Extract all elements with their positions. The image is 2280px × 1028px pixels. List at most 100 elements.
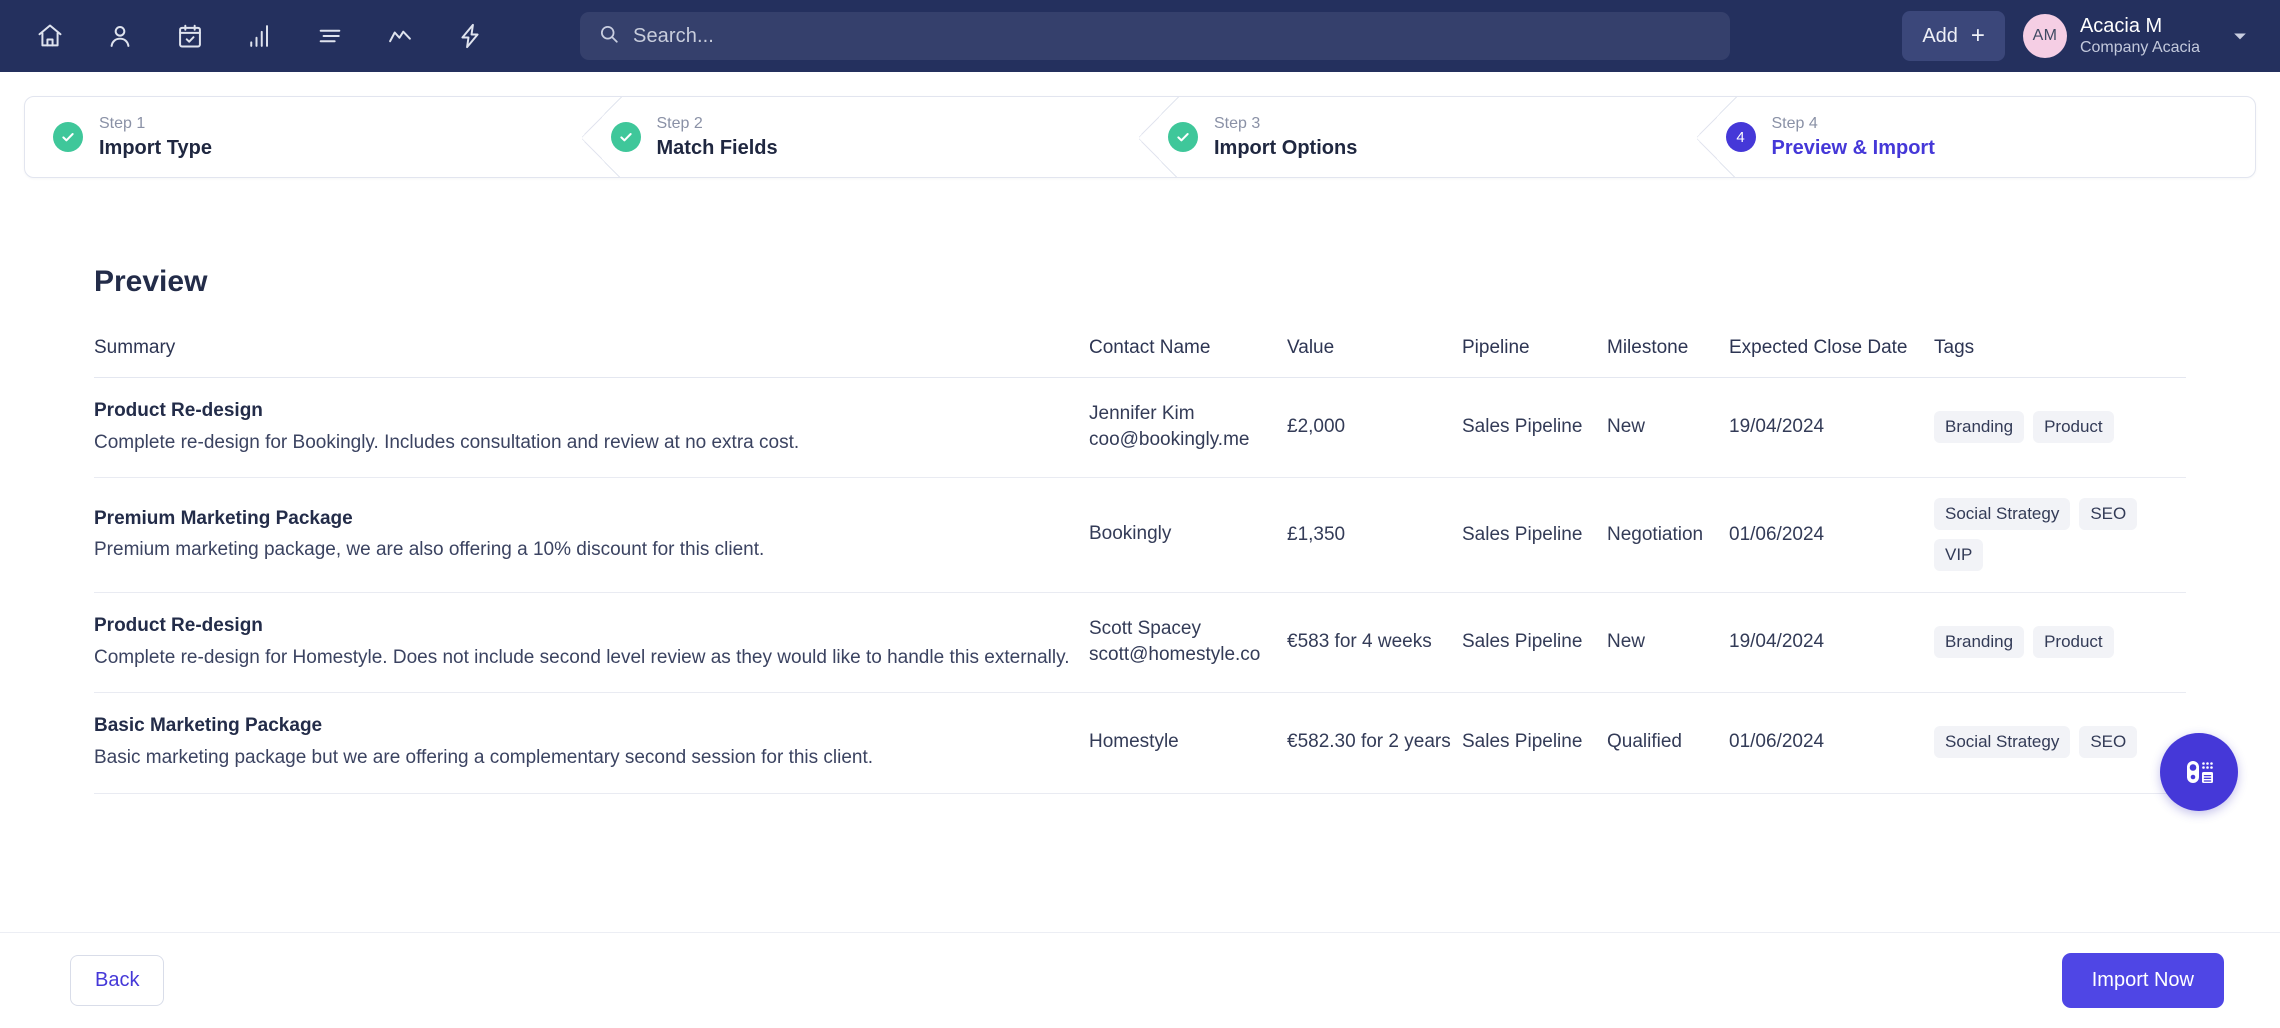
stepper-step-1[interactable]: Step 1 Import Type: [25, 97, 583, 177]
step-number-label: Step 4: [1771, 114, 1818, 132]
table-body: Product Re-design Complete re-design for …: [94, 377, 2186, 794]
chevron-down-icon[interactable]: [2230, 26, 2250, 46]
check-icon: [1168, 122, 1198, 152]
column-header: Pipeline: [1462, 337, 1607, 378]
user-profile[interactable]: AM Acacia M Company Acacia: [2022, 14, 2200, 58]
tag-chip: Product: [2033, 411, 2114, 444]
cell-milestone: New: [1607, 592, 1729, 694]
step-text: Step 1 Import Type: [99, 114, 212, 161]
contact-email: coo@bookingly.me: [1089, 429, 1250, 451]
calendar-check-icon[interactable]: [162, 10, 218, 62]
step-text: Step 2 Match Fields: [657, 114, 778, 161]
tag-list: Social Strategy SEO: [1934, 726, 2186, 759]
plus-icon: +: [1970, 22, 1985, 49]
list-icon[interactable]: [302, 10, 358, 62]
contacts-icon[interactable]: [92, 10, 148, 62]
cell-milestone: Negotiation: [1607, 477, 1729, 594]
summary-description: Complete re-design for Homestyle. Does n…: [94, 646, 1070, 668]
contact-email: scott@homestyle.co: [1089, 644, 1261, 666]
cell-close-date: 19/04/2024: [1729, 377, 1934, 479]
cell-close-date: 01/06/2024: [1729, 692, 1934, 794]
search-icon: [598, 23, 620, 50]
step-text: Step 3 Import Options: [1214, 114, 1357, 161]
profile-name: Acacia M: [2079, 15, 2163, 38]
tag-chip: SEO: [2079, 498, 2138, 531]
stepper-step-4[interactable]: 4 Step 4 Preview & Import: [1696, 97, 2256, 177]
add-button-label: Add: [1922, 24, 1958, 47]
tag-chip: Social Strategy: [1934, 498, 2071, 531]
cell-close-date: 01/06/2024: [1729, 477, 1934, 594]
tag-chip: Product: [2033, 626, 2114, 659]
step-number-label: Step 2: [656, 114, 703, 132]
cell-value: €583 for 4 weeks: [1287, 592, 1462, 694]
search-box[interactable]: [580, 12, 1730, 60]
column-header: Summary: [94, 337, 1089, 378]
step-number-badge: 4: [1725, 122, 1756, 152]
stepper-container: Step 1 Import Type Step 2 Match Fields Step …: [0, 72, 2280, 178]
cell-tags: Social Strategy SEO: [1934, 692, 2186, 794]
step-number-label: Step 3: [1214, 114, 1261, 132]
preview-table-container: Summary Contact Name Value Pipeline Mileston…: [94, 337, 2186, 794]
column-header: Milestone: [1607, 337, 1729, 378]
topnav-right-group: Add + AM Acacia M Company Acacia: [1902, 11, 2250, 61]
table-row[interactable]: Product Re-design Complete re-design for …: [94, 377, 2186, 479]
cell-pipeline: Sales Pipeline: [1462, 477, 1607, 594]
step-title-label: Preview & Import: [1771, 136, 1935, 159]
tag-chip: SEO: [2079, 726, 2138, 759]
tag-list: Branding Product: [1934, 411, 2186, 444]
bar-chart-icon[interactable]: [232, 10, 288, 62]
cell-milestone: New: [1607, 377, 1729, 479]
profile-company: Company Acacia: [2079, 39, 2200, 57]
import-wizard-stepper: Step 1 Import Type Step 2 Match Fields Step …: [24, 96, 2256, 178]
back-button[interactable]: Back: [70, 955, 165, 1006]
cell-contact: Scott Spacey scott@homestyle.co: [1089, 592, 1287, 694]
footer-bar: Back Import Now: [0, 932, 2280, 1028]
summary-title: Product Re-design: [94, 400, 263, 421]
nav-icon-group: [22, 10, 498, 62]
stepper-step-2[interactable]: Step 2 Match Fields: [581, 97, 1141, 177]
cell-summary: Basic Marketing Package Basic marketing p…: [94, 692, 1089, 794]
cell-milestone: Qualified: [1607, 692, 1729, 794]
lightning-bolt-icon[interactable]: [442, 10, 498, 62]
table-row[interactable]: Basic Marketing Package Basic marketing p…: [94, 692, 2186, 794]
summary-title: Product Re-design: [94, 615, 263, 637]
home-icon[interactable]: [22, 10, 78, 62]
step-title-label: Import Options: [1214, 136, 1358, 159]
stepper-step-3[interactable]: Step 3 Import Options: [1139, 97, 1698, 177]
column-header: Value: [1287, 337, 1462, 378]
intercom-device-icon[interactable]: [2160, 733, 2238, 811]
tag-chip: VIP: [1934, 539, 1984, 572]
activity-line-icon[interactable]: [372, 10, 428, 62]
page-title: Preview: [94, 265, 208, 298]
cell-value: €582.30 for 2 years: [1287, 692, 1462, 794]
table-row[interactable]: Product Re-design Complete re-design for …: [94, 592, 2186, 694]
contact-name: Bookingly: [1089, 523, 1172, 545]
summary-title: Basic Marketing Package: [94, 715, 323, 737]
contact-name: Homestyle: [1089, 731, 1179, 753]
summary-title: Premium Marketing Package: [94, 507, 353, 529]
cell-tags: Branding Product: [1934, 592, 2186, 694]
add-button[interactable]: Add +: [1902, 11, 2005, 61]
step-text: Step 4 Preview & Import: [1772, 114, 1935, 161]
search-input[interactable]: [633, 24, 1712, 48]
import-now-button[interactable]: Import Now: [2061, 953, 2224, 1008]
tag-list: Branding Product: [1934, 626, 2186, 659]
step-title-label: Import Type: [99, 136, 212, 159]
preview-table: Summary Contact Name Value Pipeline Mileston…: [94, 337, 2186, 794]
table-head: Summary Contact Name Value Pipeline Mileston…: [94, 337, 2186, 378]
profile-text: Acacia M Company Acacia: [2080, 14, 2200, 58]
summary-description: Premium marketing package, we are also o…: [94, 539, 765, 561]
tag-chip: Social Strategy: [1934, 726, 2071, 759]
tag-chip: Branding: [1934, 411, 2025, 444]
cell-summary: Product Re-design Complete re-design for …: [94, 592, 1089, 694]
step-title-label: Match Fields: [656, 136, 778, 159]
check-icon: [610, 122, 641, 152]
table-row[interactable]: Premium Marketing Package Premium marketi…: [94, 477, 2186, 594]
cell-summary: Product Re-design Complete re-design for …: [94, 377, 1089, 479]
main-content: Preview Summary Contact Name Value Pipeline…: [0, 178, 2280, 932]
cell-summary: Premium Marketing Package Premium marketi…: [94, 477, 1089, 594]
summary-description: Basic marketing package but we are offer…: [94, 747, 874, 769]
contact-name: Scott Spacey: [1089, 617, 1201, 639]
column-header: Expected Close Date: [1729, 337, 1934, 378]
cell-close-date: 19/04/2024: [1729, 592, 1934, 694]
